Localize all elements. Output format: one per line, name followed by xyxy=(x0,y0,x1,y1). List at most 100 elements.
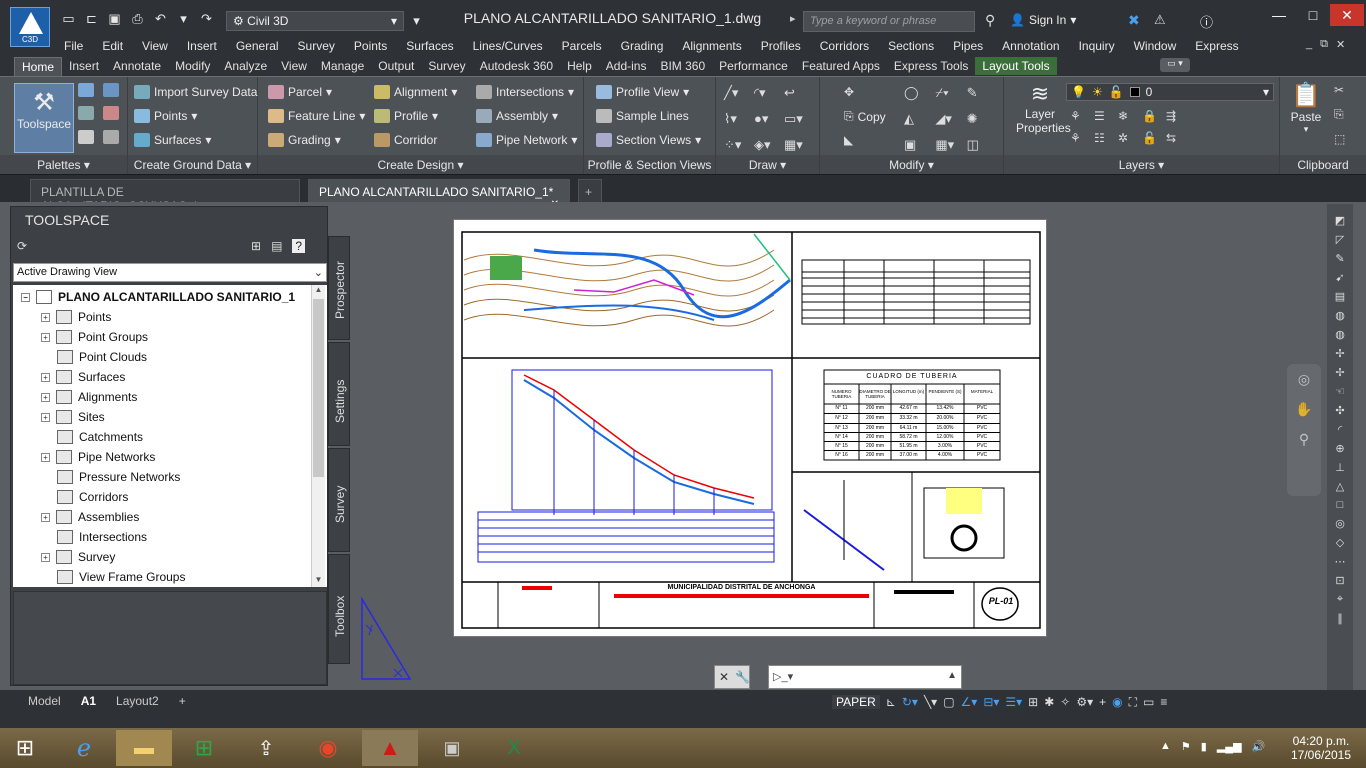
alignment-button[interactable]: Alignment ▾ xyxy=(374,85,457,99)
ribbon-tab-help[interactable]: Help xyxy=(560,57,599,75)
expand-icon[interactable]: + xyxy=(41,412,50,422)
mid-icon[interactable]: △ xyxy=(1336,480,1344,493)
ribbon-tab-featured-apps[interactable]: Featured Apps xyxy=(795,57,887,75)
menu-file[interactable]: File xyxy=(56,39,94,53)
layer-freeze-icon[interactable]: ❄ xyxy=(1118,109,1142,123)
command-history-icon[interactable]: ▲ xyxy=(947,670,957,681)
tree-item-survey[interactable]: + Survey xyxy=(41,547,115,567)
expand-icon[interactable]: + xyxy=(41,372,50,382)
search-expand-icon[interactable]: ▸ xyxy=(790,12,796,25)
menu-corridors[interactable]: Corridors xyxy=(812,39,880,53)
panel-title-modify[interactable]: Modify ▾ xyxy=(820,155,1003,175)
dim-icon[interactable]: ◸ xyxy=(1336,233,1344,246)
clean-screen-icon[interactable]: ▭ xyxy=(1143,695,1154,709)
expand-icon[interactable]: + xyxy=(41,392,50,402)
copy-clip-icon[interactable]: ⎘ xyxy=(1334,107,1345,122)
settings-icon[interactable] xyxy=(103,83,119,97)
ribbon-tab-annotate[interactable]: Annotate xyxy=(106,57,168,75)
menu-parcels[interactable]: Parcels xyxy=(554,39,613,53)
panel-title-design[interactable]: Create Design ▾ xyxy=(258,155,583,175)
menu-sections[interactable]: Sections xyxy=(880,39,945,53)
profile-button[interactable]: Profile ▾ xyxy=(374,109,438,123)
end-icon[interactable]: □ xyxy=(1337,499,1344,511)
expand-icon[interactable]: + xyxy=(41,452,50,462)
ribbon-tab-express-tools[interactable]: Express Tools xyxy=(887,57,975,75)
layer-unlock-icon[interactable]: 🔓 xyxy=(1142,131,1166,145)
hardware-accel-icon[interactable]: ⛶ xyxy=(1129,695,1137,710)
line-icon[interactable]: ╱▾ xyxy=(724,85,754,101)
tab-a1[interactable]: A1 xyxy=(71,692,106,710)
ortho-icon[interactable]: ✢ xyxy=(1335,366,1344,379)
ortho-mode-icon[interactable]: ↻▾ xyxy=(902,695,918,709)
tree-item-view-frame-groups[interactable]: View Frame Groups xyxy=(57,567,185,587)
scroll-thumb[interactable] xyxy=(313,299,324,477)
print-icon[interactable]: ⎙ xyxy=(129,11,146,28)
grading-button[interactable]: Grading ▾ xyxy=(268,133,341,147)
scale-icon[interactable]: ▣ xyxy=(904,137,935,153)
menu-edit[interactable]: Edit xyxy=(94,39,134,53)
undo-arrow-icon[interactable]: ↩ xyxy=(784,85,814,101)
sign-in-button[interactable]: 👤 Sign In ▾ xyxy=(1010,13,1076,27)
ribbon-minimize-button[interactable]: ▭ ▾ xyxy=(1160,58,1190,72)
layer-lock-icon[interactable]: 🔒 xyxy=(1142,109,1166,123)
tree-item-catchments[interactable]: Catchments xyxy=(57,427,143,447)
pointer-icon[interactable]: ➹ xyxy=(1335,271,1344,284)
chrome-icon[interactable]: ◉ xyxy=(300,730,356,766)
tab-settings[interactable]: Settings xyxy=(328,342,350,446)
layer-walk-icon[interactable]: ⇆ xyxy=(1166,131,1190,145)
clock[interactable]: 04:20 p.m. 17/06/2015 xyxy=(1286,734,1356,762)
layer-match-icon[interactable]: ⇶ xyxy=(1166,109,1190,123)
layer-select[interactable]: 💡 ☀ 🔓 0 ▾ xyxy=(1066,83,1274,101)
battery-icon[interactable]: ▮ xyxy=(1201,740,1207,753)
new-tab-button[interactable]: + xyxy=(578,179,602,203)
paste-button[interactable]: 📋 Paste ▾ xyxy=(1284,81,1328,135)
sample-lines-button[interactable]: Sample Lines xyxy=(596,109,689,123)
undo-icon[interactable]: ↶ xyxy=(152,11,169,28)
pan-icon[interactable]: ✋ xyxy=(1287,394,1321,424)
move-button[interactable]: ✥ xyxy=(844,85,854,99)
ribbon-tab-modify[interactable]: Modify xyxy=(168,57,217,75)
hand-icon[interactable]: ☜ xyxy=(1335,385,1345,398)
node-icon[interactable]: ✣ xyxy=(1335,404,1344,417)
fillet-icon[interactable]: ◢▾ xyxy=(935,111,966,127)
properties-icon[interactable] xyxy=(78,106,94,121)
array-icon[interactable]: ▦▾ xyxy=(935,137,966,153)
help-icon[interactable]: ⓘ xyxy=(1200,12,1213,31)
doc-restore-icon[interactable]: ⧉ xyxy=(1320,38,1328,51)
paper-space-toggle[interactable]: PAPER xyxy=(832,695,880,709)
import-survey-data-button[interactable]: Import Survey Data xyxy=(134,85,257,99)
near-icon[interactable]: ⌖ xyxy=(1337,593,1343,606)
customize-icon[interactable]: ≡ xyxy=(1160,695,1167,709)
ie-icon[interactable]: ℯ xyxy=(56,730,112,766)
collapse-icon[interactable]: − xyxy=(21,292,30,302)
pen-icon[interactable]: ✎ xyxy=(1335,252,1344,265)
new-file-icon[interactable]: ▭ xyxy=(60,11,77,28)
polyline-icon[interactable]: ⌇▾ xyxy=(724,111,754,127)
stretch-button[interactable]: ◣ xyxy=(844,133,853,147)
doc-tab-template[interactable]: PLANTILLA DE ALCA...ITARIO_CCYHSAC.dwt xyxy=(30,179,300,213)
layer-isolate-icon[interactable]: ☰ xyxy=(1094,109,1118,123)
autocad-icon[interactable]: ▲ xyxy=(362,730,418,766)
list-view-icon[interactable]: ▤ xyxy=(271,239,282,253)
dyn-icon[interactable]: ⊟▾ xyxy=(983,695,999,709)
search-input[interactable]: Type a keyword or phrase xyxy=(803,11,975,32)
minimize-button[interactable]: — xyxy=(1262,4,1296,26)
doc-icon[interactable]: ▤ xyxy=(1335,290,1345,303)
assembly-button[interactable]: Assembly ▾ xyxy=(476,109,558,123)
layout-sheet[interactable]: CUADRO DE TUBERIA NUMERO TUBERIA DIAMETRO… xyxy=(453,219,1047,637)
ribbon-tab-bim-360[interactable]: BIM 360 xyxy=(653,57,712,75)
offset-icon[interactable]: ◫ xyxy=(967,137,998,153)
ribbon-tab-output[interactable]: Output xyxy=(371,57,421,75)
scroll-down-icon[interactable]: ▼ xyxy=(313,575,324,587)
panel-title-palettes[interactable]: Palettes ▾ xyxy=(0,155,127,175)
tree-item-sites[interactable]: + Sites xyxy=(41,407,105,427)
expand-icon[interactable]: + xyxy=(41,312,50,322)
tree-item-assemblies[interactable]: + Assemblies xyxy=(41,507,139,527)
quad-icon[interactable]: ◇ xyxy=(1336,536,1344,549)
app-menu-button[interactable]: C3D xyxy=(10,7,50,47)
doc-minimize-icon[interactable]: _ xyxy=(1306,38,1312,51)
mirror-icon[interactable]: ◭ xyxy=(904,111,935,127)
view-select[interactable]: Active Drawing View ⌄ xyxy=(13,263,327,282)
ribbon-tab-home[interactable]: Home xyxy=(14,56,63,76)
tray-chevron-icon[interactable]: ▲ xyxy=(1160,740,1171,753)
